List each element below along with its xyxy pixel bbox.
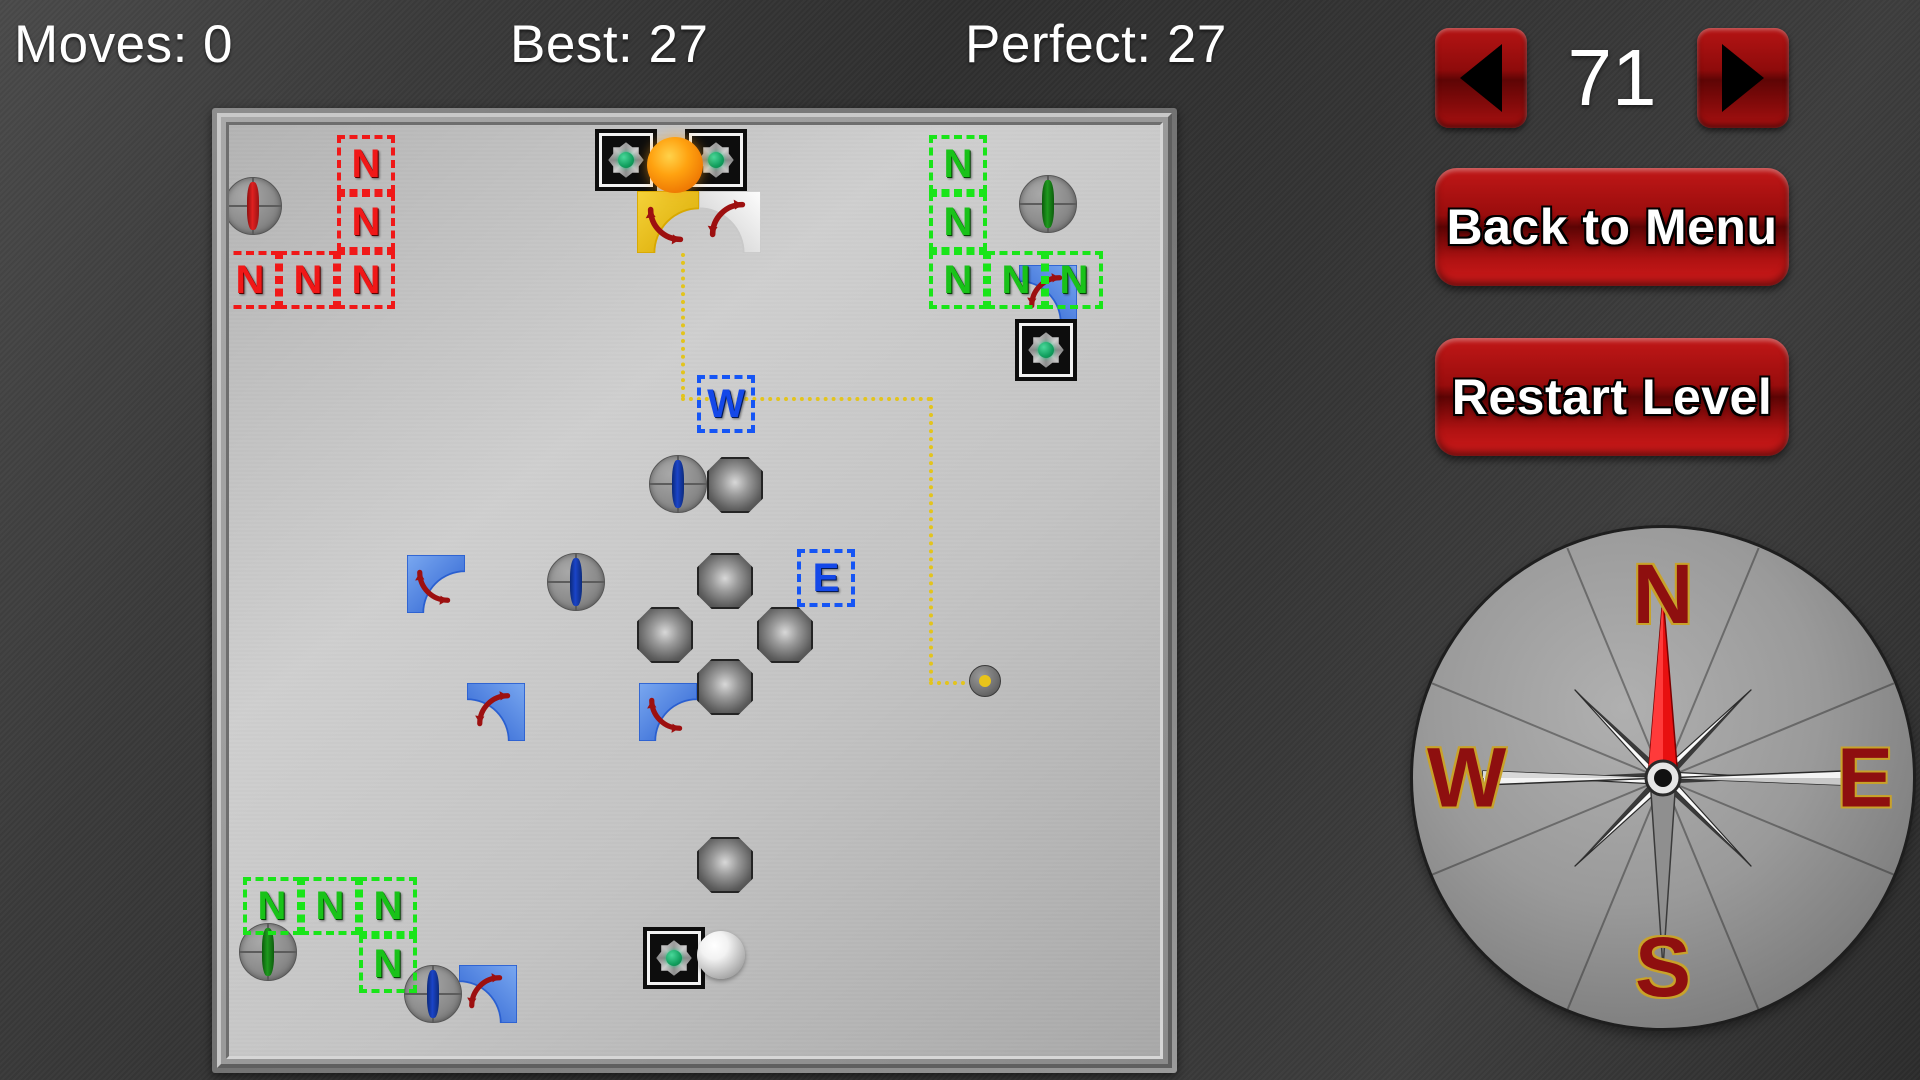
orange-ball[interactable]: [647, 137, 703, 193]
goal-core-icon: [617, 151, 635, 169]
stone-block[interactable]: [757, 607, 813, 663]
magnet-puck-blue[interactable]: [547, 553, 605, 611]
marker-cell-n: N: [929, 135, 987, 193]
marker-cell-n: N: [929, 193, 987, 251]
path-segment: [929, 681, 973, 685]
marker-cell-n: N: [359, 935, 417, 993]
puck-needle: [1041, 180, 1055, 228]
game-screen: Moves: 0 Best: 27 Perfect: 27 NNNNNNNNNN…: [0, 0, 1920, 1080]
path-endpoint-core: [978, 674, 992, 688]
marker-cell-n: N: [243, 877, 301, 935]
deflector-shape: [406, 554, 466, 614]
goal-tile: [599, 133, 653, 187]
marker-cell-n: N: [1045, 251, 1103, 309]
deflector-blue[interactable]: [638, 682, 698, 742]
deflector-blue[interactable]: [458, 964, 518, 1024]
marker-cell-n: N: [279, 251, 337, 309]
marker-cell-n: N: [929, 251, 987, 309]
stone-block[interactable]: [697, 659, 753, 715]
goal-ring-icon: [608, 142, 644, 178]
previous-level-button[interactable]: [1435, 28, 1527, 128]
deflector-blue[interactable]: [466, 682, 526, 742]
marker-cell-n: N: [987, 251, 1045, 309]
goal-ring-icon: [1028, 332, 1064, 368]
marker-cell-n: N: [337, 135, 395, 193]
goal-ring-icon: [656, 940, 692, 976]
game-board-bevel: NNNNNNNNNNNNNNWE: [217, 113, 1172, 1068]
game-board-frame: NNNNNNNNNNNNNNWE: [212, 108, 1177, 1073]
moves-counter: Moves: 0: [14, 15, 234, 74]
next-level-button[interactable]: [1697, 28, 1789, 128]
goal-core-icon: [1037, 341, 1055, 359]
goal-tile: [1019, 323, 1073, 377]
white-ball[interactable]: [697, 931, 745, 979]
restart-level-label: Restart Level: [1451, 369, 1773, 425]
magnet-puck-blue[interactable]: [649, 455, 707, 513]
puck-needle: [246, 182, 260, 230]
path-endpoint-puck[interactable]: [969, 665, 1001, 697]
magnet-puck-red[interactable]: [229, 177, 282, 235]
deflector-shape: [698, 190, 762, 254]
compass-rose: N E S W: [1413, 528, 1913, 1028]
restart-level-button[interactable]: Restart Level: [1435, 338, 1789, 456]
triangle-left-icon: [1460, 44, 1502, 112]
deflector-shape: [638, 682, 698, 742]
stone-block[interactable]: [707, 457, 763, 513]
goal-ring-icon: [698, 142, 734, 178]
deflector-yellow[interactable]: [636, 190, 700, 254]
puck-needle: [261, 928, 275, 976]
triangle-right-icon: [1722, 44, 1764, 112]
stone-block[interactable]: [637, 607, 693, 663]
puck-needle: [671, 460, 685, 508]
game-board[interactable]: NNNNNNNNNNNNNNWE: [226, 122, 1163, 1059]
goal-tile: [647, 931, 701, 985]
marker-cell-n: N: [359, 877, 417, 935]
stone-block[interactable]: [697, 837, 753, 893]
goal-core-icon: [665, 949, 683, 967]
deflector-white[interactable]: [698, 190, 762, 254]
marker-cell-n: N: [337, 193, 395, 251]
path-segment: [929, 397, 933, 682]
deflector-shape: [636, 190, 700, 254]
deflector-shape: [466, 682, 526, 742]
compass-south-label: S: [1634, 920, 1692, 1014]
marker-cell-n: N: [229, 251, 279, 309]
marker-cell-e: E: [797, 549, 855, 607]
marker-cell-n: N: [337, 251, 395, 309]
marker-cell-n: N: [301, 877, 359, 935]
goal-core-icon: [707, 151, 725, 169]
compass-west-label: W: [1427, 730, 1507, 825]
puck-needle: [426, 970, 440, 1018]
level-number: 71: [1567, 33, 1657, 122]
magnet-puck-green[interactable]: [1019, 175, 1077, 233]
path-segment: [681, 253, 685, 398]
compass-north-label: N: [1632, 547, 1694, 641]
best-score: Best: 27: [510, 15, 709, 74]
back-to-menu-button[interactable]: Back to Menu: [1435, 168, 1789, 286]
deflector-shape: [458, 964, 518, 1024]
stone-block[interactable]: [697, 553, 753, 609]
back-to-menu-label: Back to Menu: [1446, 199, 1778, 255]
control-panel: 71 Back to Menu Restart Level N E S W: [1413, 0, 1920, 1080]
compass-east-label: E: [1836, 730, 1893, 825]
perfect-score: Perfect: 27: [965, 15, 1227, 74]
marker-cell-w: W: [697, 375, 755, 433]
puck-needle: [569, 558, 583, 606]
deflector-blue[interactable]: [406, 554, 466, 614]
